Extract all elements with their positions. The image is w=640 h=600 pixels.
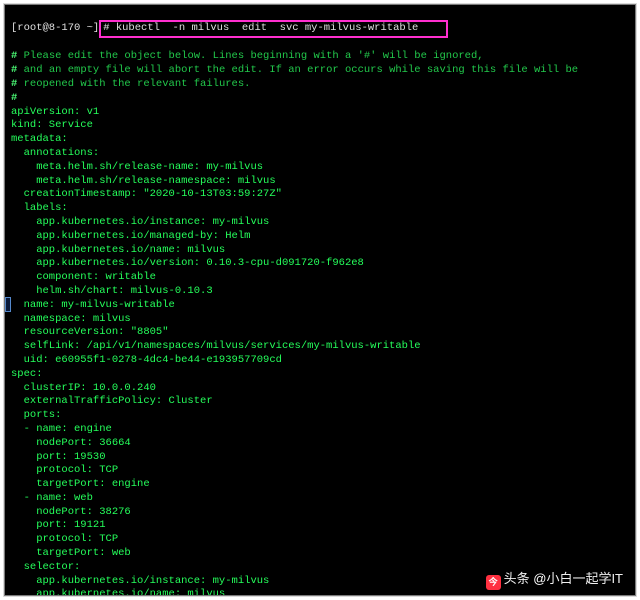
yaml-ports: ports:: [11, 409, 61, 421]
yaml-release-name: meta.helm.sh/release-name: my-milvus: [11, 161, 263, 173]
yaml-port1-port: port: 19530: [11, 451, 106, 463]
yaml-port2-port: port: 19121: [11, 519, 106, 531]
prompt-user-host: [root@8-170 ~]: [11, 22, 99, 34]
yaml-selector: selector:: [11, 561, 80, 573]
command-highlight-box: # kubectl -n milvus edit svc my-milvus-w…: [99, 20, 447, 38]
watermark-logo-icon: 今: [486, 575, 501, 590]
yaml-port2-protocol: protocol: TCP: [11, 533, 118, 545]
yaml-release-namespace: meta.helm.sh/release-namespace: milvus: [11, 175, 276, 187]
watermark: 今头条 @小白一起学IT: [486, 568, 623, 590]
yaml-port2-nodeport: nodePort: 38276: [11, 506, 131, 518]
yaml-clusterip: clusterIP: 10.0.0.240: [11, 382, 156, 394]
watermark-at: @: [533, 571, 546, 586]
yaml-label-name: app.kubernetes.io/name: milvus: [11, 244, 225, 256]
comment-hash-4: #: [11, 92, 17, 104]
yaml-port2-name: - name: web: [11, 492, 93, 504]
yaml-resourceversion: resourceVersion: "8805": [11, 326, 169, 338]
yaml-port1-protocol: protocol: TCP: [11, 464, 118, 476]
comment-line-1: Please edit the object below. Lines begi…: [17, 50, 483, 62]
yaml-selector-name: app.kubernetes.io/name: milvus: [11, 588, 225, 596]
watermark-user: 小白一起学IT: [546, 571, 623, 586]
command-text: kubectl -n milvus edit svc my-milvus-wri…: [110, 22, 444, 34]
yaml-metadata: metadata:: [11, 133, 68, 145]
yaml-creationtimestamp: creationTimestamp: "2020-10-13T03:59:27Z…: [11, 188, 282, 200]
yaml-name: name: my-milvus-writable: [11, 299, 175, 311]
terminal-cursor: [5, 297, 11, 312]
yaml-selflink: selfLink: /api/v1/namespaces/milvus/serv…: [11, 340, 421, 352]
yaml-spec: spec:: [11, 368, 43, 380]
yaml-port2-targetport: targetPort: web: [11, 547, 131, 559]
yaml-selector-instance: app.kubernetes.io/instance: my-milvus: [11, 575, 269, 587]
yaml-label-managedby: app.kubernetes.io/managed-by: Helm: [11, 230, 250, 242]
yaml-annotations: annotations:: [11, 147, 99, 159]
terminal-window: [root@8-170 ~]# kubectl -n milvus edit s…: [4, 4, 636, 596]
yaml-port1-nodeport: nodePort: 36664: [11, 437, 131, 449]
yaml-apiversion: apiVersion: v1: [11, 106, 99, 118]
yaml-label-version: app.kubernetes.io/version: 0.10.3-cpu-d0…: [11, 257, 364, 269]
yaml-port1-name: - name: engine: [11, 423, 112, 435]
terminal-content[interactable]: [root@8-170 ~]# kubectl -n milvus edit s…: [5, 5, 635, 596]
comment-line-3: reopened with the relevant failures.: [17, 78, 250, 90]
yaml-port1-targetport: targetPort: engine: [11, 478, 150, 490]
yaml-label-instance: app.kubernetes.io/instance: my-milvus: [11, 216, 269, 228]
yaml-kind: kind: Service: [11, 119, 93, 131]
yaml-labels: labels:: [11, 202, 68, 214]
yaml-label-chart: helm.sh/chart: milvus-0.10.3: [11, 285, 213, 297]
comment-line-2: and an empty file will abort the edit. I…: [17, 64, 578, 76]
yaml-externaltrafficpolicy: externalTrafficPolicy: Cluster: [11, 395, 213, 407]
watermark-brand: 头条: [504, 571, 530, 586]
yaml-namespace: namespace: milvus: [11, 313, 131, 325]
yaml-label-component: component: writable: [11, 271, 156, 283]
yaml-uid: uid: e60955f1-0278-4dc4-be44-e193957709c…: [11, 354, 282, 366]
